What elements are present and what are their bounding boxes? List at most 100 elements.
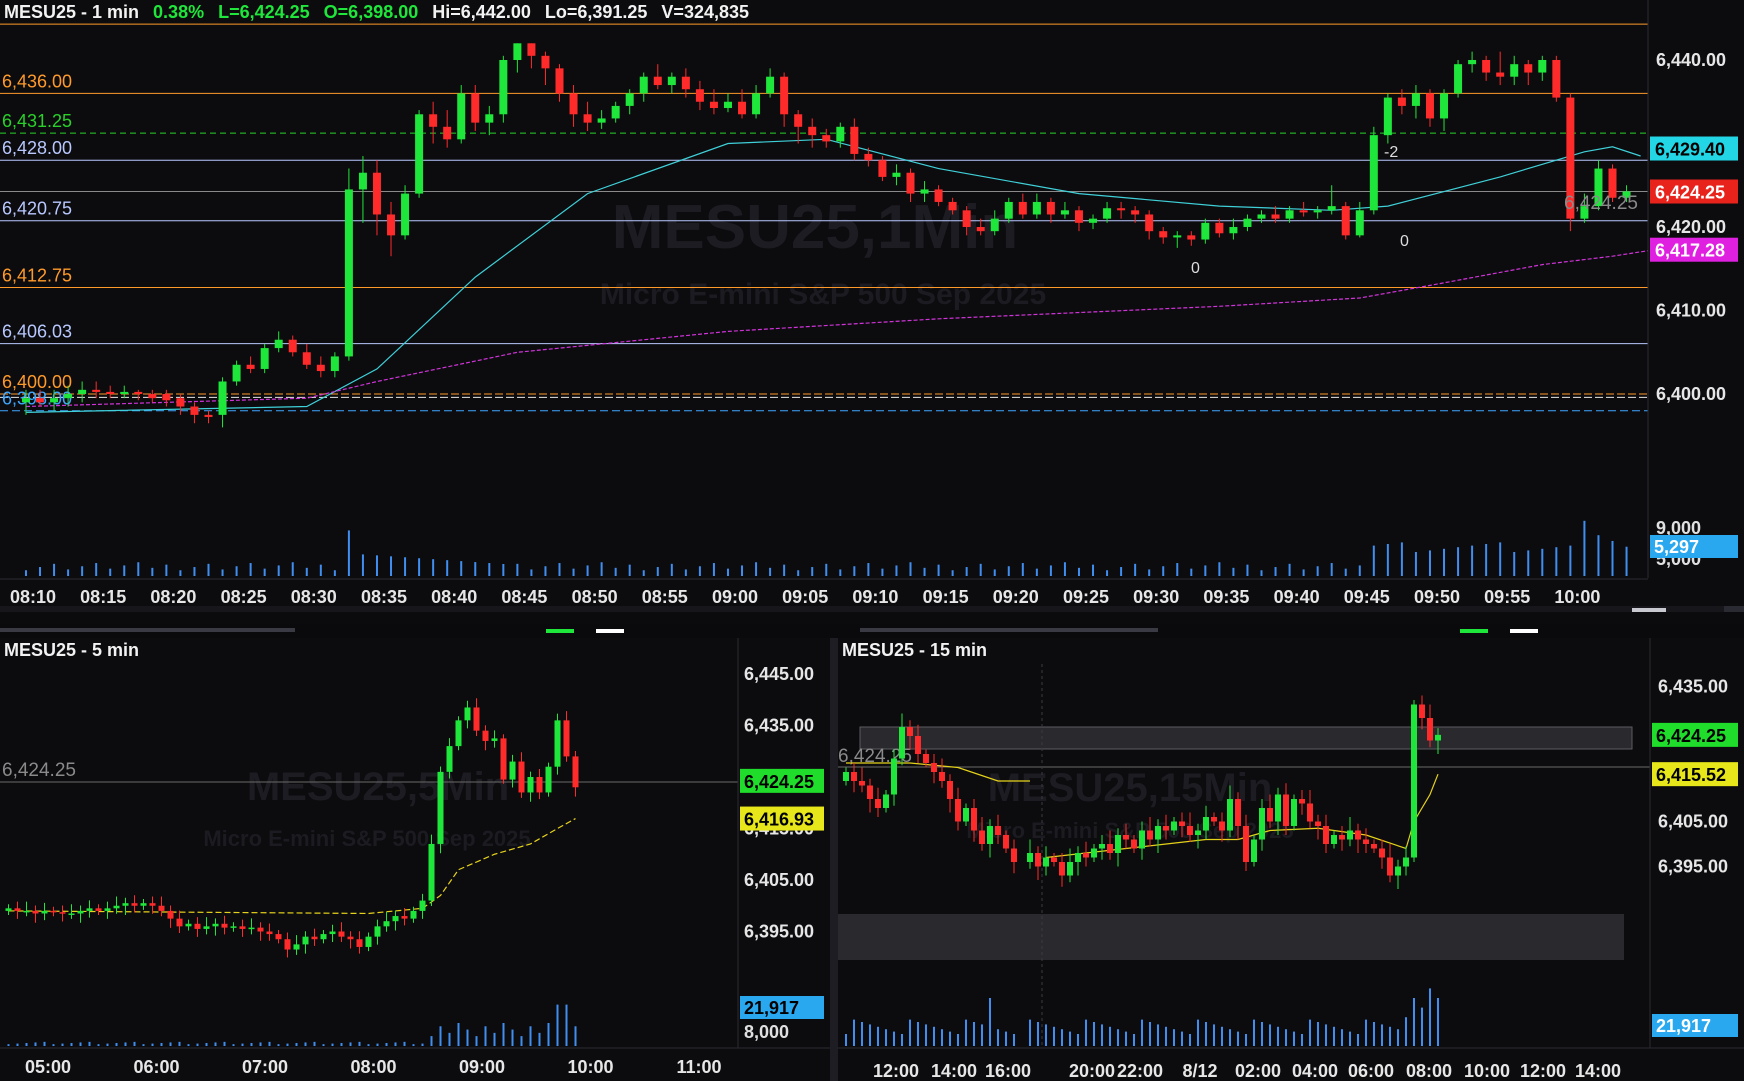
time-tick-label: 08:25 xyxy=(221,587,267,607)
volume-bar xyxy=(142,1044,145,1046)
candle-body xyxy=(387,214,396,236)
candle-body xyxy=(875,799,881,808)
volume-bar xyxy=(340,1043,343,1046)
candle-body xyxy=(140,903,147,906)
volume-bar xyxy=(538,1032,541,1046)
candle-body xyxy=(482,730,489,741)
chart-panel-1min[interactable]: MESU25 - 1 min 0.38% L=6,424.25 O=6,398.00 H… xyxy=(0,0,1744,612)
candle-body xyxy=(1259,808,1265,840)
time-axis-15min[interactable]: 12:00 14:00 16:00 20:00 22:00 8/12 02:00 04:00 0… xyxy=(873,1061,1621,1081)
chart-panel-15min[interactable]: MESU25 - 15 min MESU25,15Min Micro E-min… xyxy=(838,638,1744,1081)
volume-bar xyxy=(418,558,421,576)
demand-zone xyxy=(838,914,1624,960)
pane-tab-indicator-right xyxy=(860,628,1158,632)
time-tick-label: 09:20 xyxy=(993,587,1039,607)
candle-body xyxy=(122,903,129,906)
volume-bar xyxy=(16,1043,19,1046)
scrollbar-thumb[interactable] xyxy=(1632,608,1666,612)
volume-bar xyxy=(1555,547,1558,576)
candle-body xyxy=(50,398,59,403)
candle-body xyxy=(113,905,120,909)
candle-body xyxy=(95,908,102,911)
volume-bar xyxy=(1085,1019,1087,1046)
time-tick-label: 09:55 xyxy=(1484,587,1530,607)
volume-bar xyxy=(1325,1024,1327,1046)
candle-body xyxy=(836,126,845,142)
candle-body xyxy=(32,910,39,914)
candle-body xyxy=(1115,835,1121,853)
volume-bar xyxy=(783,564,786,576)
volume-bar xyxy=(656,567,659,576)
level-label: 6,431.25 xyxy=(2,111,72,131)
candle-body xyxy=(1427,718,1433,741)
volume-bar xyxy=(488,563,491,576)
candle-body xyxy=(260,348,269,369)
time-axis-1min[interactable]: 08:10 08:15 08:20 08:25 08:30 08:35 08:40 08:45… xyxy=(10,587,1600,607)
volume-bar xyxy=(1117,1029,1119,1046)
candle-body xyxy=(419,900,426,911)
volume-bar xyxy=(1365,1019,1367,1046)
volume-bar xyxy=(1381,1024,1383,1046)
time-tick-label: 12:00 xyxy=(1520,1061,1566,1081)
candle-body xyxy=(1257,214,1266,219)
price-chart-15min[interactable]: MESU25,15Min Micro E-mini S&P 500 Sep 20… xyxy=(838,638,1744,1081)
volume-bar xyxy=(1357,1034,1359,1046)
volume-bar xyxy=(1176,563,1179,576)
volume-bar xyxy=(1260,570,1263,576)
price-chart-5min[interactable]: MESU25,5Min Micro E-mini S&P 500 Sep 202… xyxy=(0,638,830,1081)
candle-body xyxy=(948,201,957,211)
candle-body xyxy=(864,153,873,161)
candle-body xyxy=(1468,60,1477,65)
candle-body xyxy=(850,126,859,154)
volume-bar xyxy=(375,555,378,576)
volume-bar xyxy=(1092,564,1095,576)
candle-body xyxy=(1215,222,1224,234)
volume-bar xyxy=(861,1022,863,1046)
volume-bar xyxy=(448,1032,451,1046)
volume-bar xyxy=(322,1044,325,1046)
volume-bar xyxy=(1005,1031,1007,1046)
candle-body xyxy=(1379,848,1385,858)
volume-bar xyxy=(741,565,744,576)
volume-bar xyxy=(241,1043,244,1046)
time-tick-label: 10:00 xyxy=(1554,587,1600,607)
time-tick-label: 14:00 xyxy=(1575,1061,1621,1081)
candle-body xyxy=(971,808,977,831)
volume-bar xyxy=(1611,540,1614,576)
volume-bar xyxy=(565,1004,568,1046)
horizontal-scrollbar[interactable] xyxy=(0,606,1744,612)
volume-bar xyxy=(97,1044,100,1046)
candle-body xyxy=(194,923,201,929)
pane-divider-vertical[interactable] xyxy=(830,638,838,1081)
candle-body xyxy=(976,227,985,232)
volume-bar xyxy=(61,1043,64,1046)
price-chart-1min[interactable]: MESU25,1Min Micro E-mini S&P 500 Sep 202… xyxy=(0,0,1744,612)
time-axis-5min[interactable]: 05:00 06:00 07:00 08:00 09:00 10:00 11:00 xyxy=(25,1057,722,1077)
candle-body xyxy=(1173,235,1182,238)
candle-body xyxy=(681,76,690,90)
volume-bar xyxy=(1397,1029,1399,1046)
price-tick-label: 6,420.00 xyxy=(1656,217,1726,237)
candle-body xyxy=(1187,826,1193,835)
level-label: 6,436.00 xyxy=(2,71,72,91)
price-tick-label: 6,440.00 xyxy=(1656,50,1726,70)
price-axis-15min[interactable] xyxy=(1650,638,1744,1043)
volume-bar xyxy=(1037,1022,1039,1046)
chart-panel-5min[interactable]: MESU25 - 5 min MESU25,5Min Micro E-mini … xyxy=(0,638,830,1081)
candle-body xyxy=(1201,222,1210,240)
candle-body xyxy=(554,720,561,767)
volume-bar xyxy=(1429,988,1431,1046)
candle-body xyxy=(92,389,101,392)
time-tick-label: 10:00 xyxy=(1464,1061,1510,1081)
candle-body xyxy=(401,193,410,236)
volume-bar xyxy=(25,1043,28,1046)
price-axis-5min[interactable] xyxy=(738,638,830,1043)
candle-body xyxy=(457,93,466,140)
candle-body xyxy=(1074,210,1083,223)
volume-bar xyxy=(909,1019,911,1046)
volume-bar xyxy=(1149,1022,1151,1046)
volume-bar xyxy=(712,563,715,576)
candle-body xyxy=(939,772,945,781)
scroll-right-button[interactable] xyxy=(1724,606,1744,612)
candle-body xyxy=(1411,704,1417,858)
